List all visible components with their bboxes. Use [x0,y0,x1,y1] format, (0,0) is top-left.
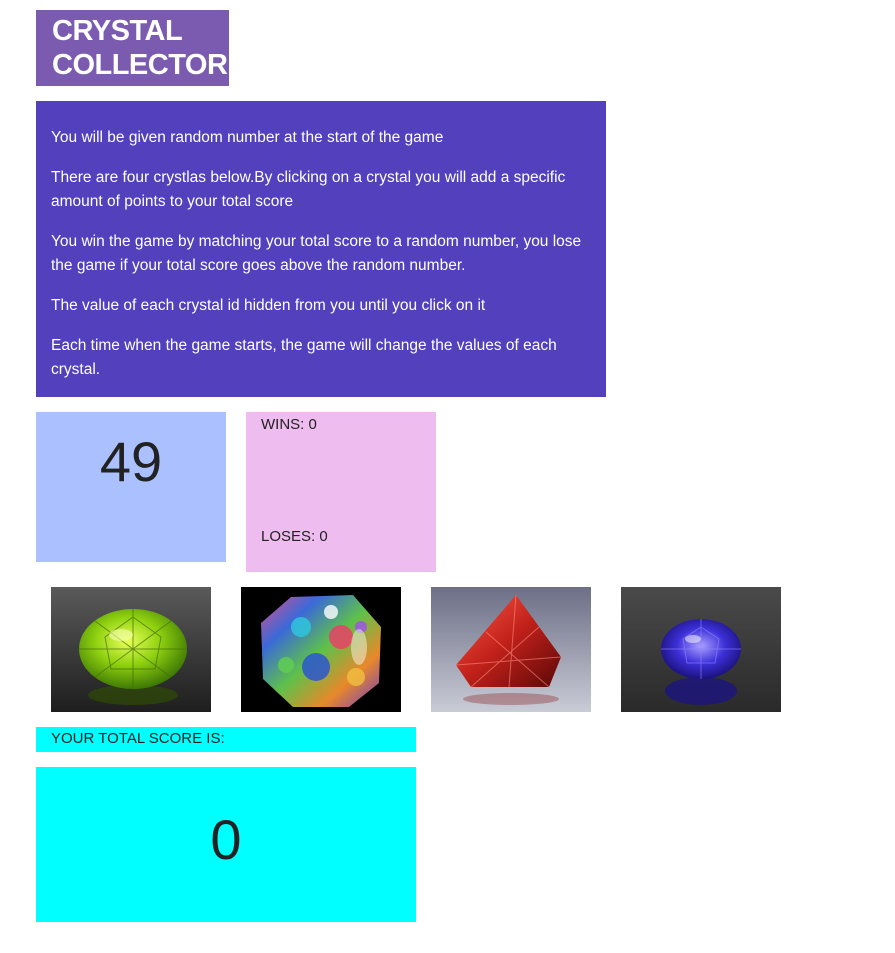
total-score-value: 0 [36,767,416,922]
instruction-text: The value of each crystal id hidden from… [51,297,486,314]
stats-panel: WINS: 0 LOSES: 0 [246,412,436,572]
crystal-button-opal[interactable] [241,587,401,712]
opal-crystal-icon [241,587,401,712]
instruction-text: You win the game by matching your total … [51,233,582,274]
wins-counter: WINS: 0 [261,416,317,433]
blue-crystal-icon [621,587,781,712]
crystal-button-red[interactable] [431,587,591,712]
green-crystal-icon [51,587,211,712]
crystal-button-blue[interactable] [621,587,781,712]
instruction-text: You will be given random number at the s… [51,129,444,146]
instructions-panel: You will be given random number at the s… [36,101,606,397]
instruction-text: There are four crystlas below.By clickin… [51,169,566,210]
random-number-display: 49 [36,412,226,562]
loses-counter: LOSES: 0 [261,528,328,545]
total-score-label: YOUR TOTAL SCORE IS: [36,727,416,752]
red-crystal-icon [431,587,591,712]
instruction-text: Each time when the game starts, the game… [51,337,557,378]
page-title: CRYSTAL COLLECTOR! [36,10,237,86]
crystal-button-green[interactable] [51,587,211,712]
